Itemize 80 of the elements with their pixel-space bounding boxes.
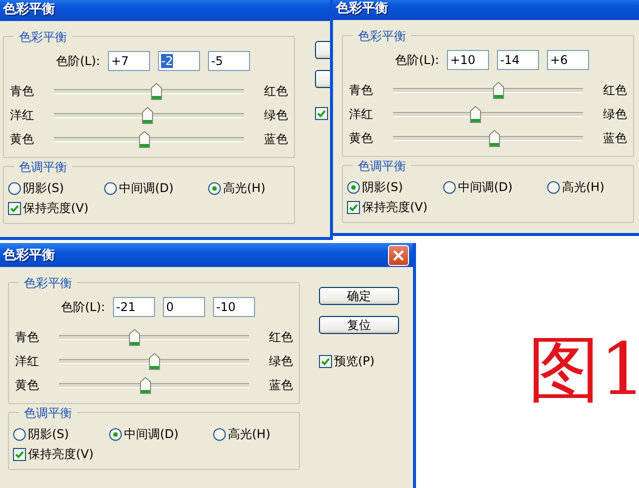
slider-label: 绿色 — [263, 106, 288, 124]
level-field[interactable]: +6 — [547, 50, 590, 70]
level-field[interactable]: +10 — [447, 50, 490, 70]
group-title: 色彩平衡 — [19, 275, 77, 292]
group-title: 色调平衡 — [14, 159, 72, 176]
radio-button[interactable] — [213, 428, 226, 441]
slider-label: 红色 — [268, 328, 293, 346]
field-label: 色阶(L): — [56, 52, 100, 70]
radio-button[interactable] — [443, 181, 456, 194]
slider-label: 蓝色 — [263, 130, 288, 148]
radio-button[interactable] — [547, 181, 560, 194]
checkbox-label[interactable]: 预览(P) — [334, 353, 375, 370]
slider-thumb[interactable] — [129, 328, 140, 346]
slider-thumb[interactable] — [142, 106, 154, 124]
radio-label[interactable]: 中间调(D) — [119, 180, 174, 197]
radio-label[interactable]: 阴影(S) — [362, 179, 403, 196]
window-title: 色彩平衡 — [3, 1, 55, 18]
slider-label: 蓝色 — [268, 376, 293, 394]
level-field[interactable]: +7 — [108, 51, 150, 71]
field-label: 色阶(L): — [61, 298, 106, 316]
dialog-button[interactable]: 确定 — [319, 287, 399, 305]
dialog-button[interactable]: 复位 — [319, 316, 399, 334]
slider-label: 蓝色 — [602, 130, 627, 146]
radio-button[interactable] — [208, 182, 221, 195]
figure-label: 图1 — [528, 326, 639, 413]
checkbox[interactable] — [8, 202, 21, 215]
radio-button[interactable] — [109, 428, 122, 441]
checkbox-label[interactable]: 保持亮度(V) — [23, 200, 89, 217]
level-field[interactable]: -21 — [113, 297, 156, 317]
level-field[interactable]: -5 — [208, 51, 250, 71]
radio-label[interactable]: 高光(H) — [223, 180, 266, 197]
slider-label: 绿色 — [602, 106, 627, 122]
slider-label: 青色 — [349, 82, 374, 98]
radio-button[interactable] — [8, 182, 21, 195]
group-title: 色彩平衡 — [14, 29, 72, 46]
group-title: 色调平衡 — [19, 405, 77, 422]
slider-label: 青色 — [10, 82, 35, 100]
radio-button[interactable] — [13, 428, 26, 441]
slider-label: 青色 — [15, 328, 40, 346]
checkbox[interactable] — [13, 448, 26, 461]
level-field[interactable]: -10 — [213, 297, 256, 317]
slider-thumb[interactable] — [470, 106, 481, 122]
slider-thumb[interactable] — [150, 82, 162, 100]
checkbox-label[interactable]: 保持亮度(V) — [28, 446, 94, 463]
slider-label: 洋红 — [15, 352, 40, 370]
slider-label: 绿色 — [268, 352, 293, 370]
close-icon — [393, 250, 404, 260]
window-title: 色彩平衡 — [336, 0, 388, 17]
slider-thumb[interactable] — [140, 376, 150, 394]
radio-button[interactable] — [104, 182, 117, 195]
slider-label: 黄色 — [349, 130, 374, 146]
checkbox[interactable] — [315, 107, 328, 120]
slider-label: 黄色 — [10, 130, 35, 148]
slider-label: 红色 — [263, 82, 288, 100]
field-label: 色阶(L): — [395, 52, 440, 68]
window-title: 色彩平衡 — [3, 247, 55, 264]
radio-label[interactable]: 阴影(S) — [23, 180, 64, 197]
level-field[interactable]: -2 — [158, 51, 200, 71]
checkbox-label[interactable]: 保持亮度(V) — [362, 199, 428, 216]
radio-label[interactable]: 高光(H) — [228, 426, 270, 443]
slider-label: 洋红 — [349, 106, 374, 122]
slider-thumb[interactable] — [149, 352, 160, 370]
slider-thumb[interactable] — [488, 130, 500, 146]
slider-label: 红色 — [602, 82, 627, 98]
group-title: 色彩平衡 — [353, 28, 411, 45]
level-field[interactable]: -14 — [497, 50, 540, 70]
group-title: 色调平衡 — [353, 158, 411, 175]
level-field[interactable]: 0 — [163, 297, 206, 317]
checkbox[interactable] — [319, 355, 332, 368]
radio-button[interactable] — [347, 181, 360, 194]
radio-label[interactable]: 中间调(D) — [124, 426, 179, 443]
slider-label: 洋红 — [10, 106, 35, 124]
radio-label[interactable]: 中间调(D) — [458, 179, 513, 196]
radio-label[interactable]: 阴影(S) — [28, 426, 69, 443]
checkbox[interactable] — [347, 201, 360, 214]
slider-thumb[interactable] — [492, 82, 504, 98]
radio-label[interactable]: 高光(H) — [562, 179, 604, 196]
slider-thumb[interactable] — [139, 130, 150, 148]
slider-label: 黄色 — [15, 376, 40, 394]
close-button[interactable] — [388, 244, 409, 266]
